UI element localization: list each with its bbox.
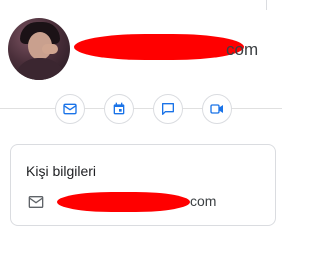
chat-icon <box>162 103 174 115</box>
avatar-hand <box>42 44 58 54</box>
card-email-suffix: com <box>190 193 217 209</box>
card-title: Kişi bilgileri <box>26 163 97 179</box>
mail-outline-icon <box>28 196 44 208</box>
video-icon <box>210 104 223 114</box>
avatar-body <box>14 58 66 80</box>
top-divider <box>266 0 267 10</box>
profile-email-suffix: com <box>226 40 259 59</box>
schedule-event-button[interactable] <box>104 94 134 124</box>
chat-button[interactable] <box>153 94 183 124</box>
contact-info-card: Kişi bilgileri com <box>10 144 276 226</box>
card-email-row[interactable]: com <box>26 192 266 212</box>
mail-icon <box>63 103 77 115</box>
redaction-mark <box>57 192 190 212</box>
calendar-icon <box>113 102 125 115</box>
send-email-button[interactable] <box>55 94 85 124</box>
video-call-button[interactable] <box>202 94 232 124</box>
redaction-mark <box>74 34 244 60</box>
avatar[interactable] <box>8 18 70 80</box>
action-bar <box>55 94 245 126</box>
